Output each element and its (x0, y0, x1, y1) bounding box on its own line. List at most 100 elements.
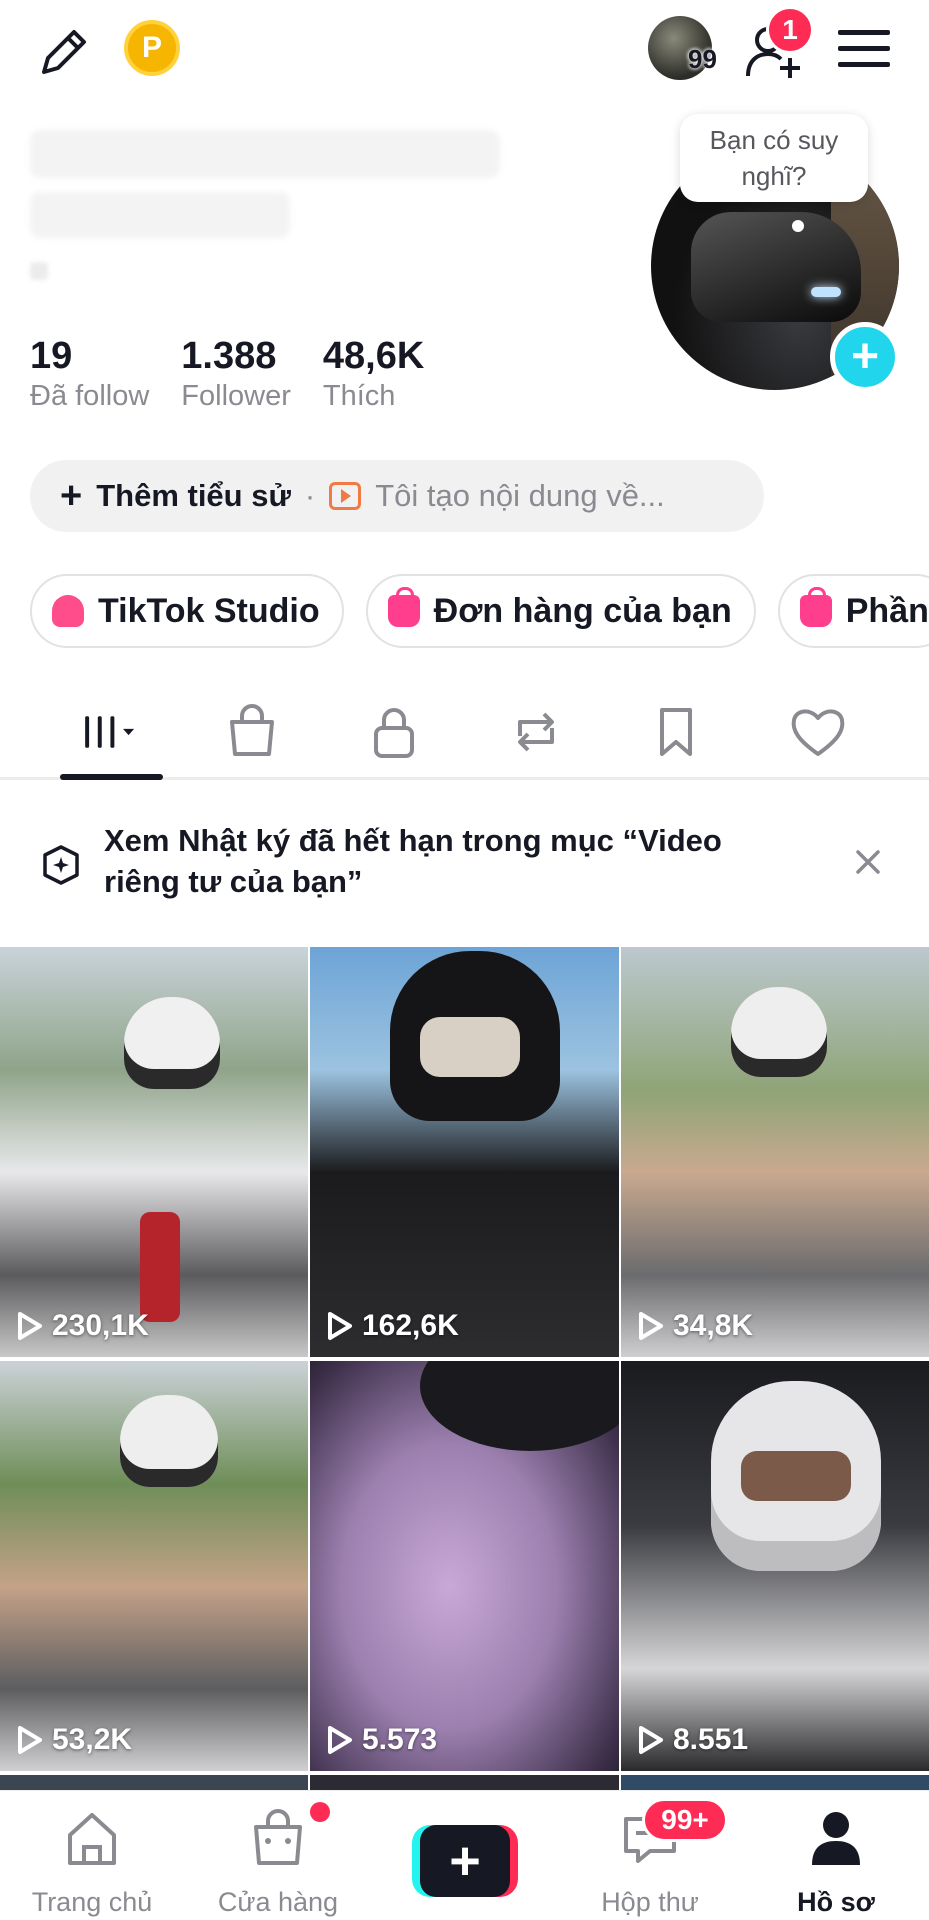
bottom-navigation: Trang chủ Cửa hàng + Hộp thư Hồ sơ (0, 1790, 929, 1920)
profile-person-icon (812, 1812, 860, 1865)
play-icon (18, 1726, 42, 1754)
stat-following[interactable]: 19 Đã follow (30, 334, 149, 414)
home-icon (68, 1813, 116, 1865)
view-count: 8.551 (637, 1723, 748, 1757)
chip-label: Phần (845, 591, 929, 630)
top-bar: P 99 1 (0, 0, 929, 100)
view-count: 53,2K (16, 1723, 132, 1757)
plus-icon: + (420, 1825, 510, 1897)
view-count-value: 8.551 (673, 1723, 749, 1756)
tab-videos-grid-icon[interactable] (82, 702, 142, 762)
view-count-value: 162,6K (362, 1309, 459, 1342)
play-icon (328, 1312, 352, 1340)
expired-stories-banner[interactable]: Xem Nhật ký đã hết hạn trong mục “Video … (0, 800, 929, 930)
video-thumbnail[interactable]: 8.551 (621, 1361, 929, 1771)
avatar-thought-bubble[interactable]: Bạn có suy nghĩ? (680, 114, 868, 202)
stat-likes[interactable]: 48,6K Thích (323, 334, 424, 414)
plus-icon: + (60, 475, 83, 517)
nav-shop[interactable]: Cửa hàng (198, 1805, 358, 1917)
view-count-value: 230,1K (52, 1309, 149, 1342)
coin-letter: P (141, 31, 162, 64)
bio-separator: · (304, 478, 316, 513)
view-count: 230,1K (16, 1309, 149, 1343)
bag-shape (140, 1212, 180, 1322)
nav-label: Hộp thư (601, 1887, 699, 1917)
chip-label: TikTok Studio (98, 591, 320, 630)
blurred-username (30, 192, 290, 238)
tab-liked-heart-icon[interactable] (788, 702, 848, 762)
video-grid: 230,1K 162,6K 34,8K 53,2K 5.573 8.551 (0, 947, 929, 1795)
video-thumbnail[interactable]: 5.573 (310, 1361, 619, 1771)
shortcut-chips: TikTok Studio Đơn hàng của bạn Phần (30, 574, 929, 648)
tiktok-studio-chip[interactable]: TikTok Studio (30, 574, 344, 648)
banner-text: Xem Nhật ký đã hết hạn trong mục “Video … (104, 823, 722, 899)
chip-label: Đơn hàng của bạn (433, 591, 732, 630)
nav-label: Trang chủ (31, 1887, 153, 1917)
add-bio-label: Thêm tiểu sử (96, 478, 291, 513)
stat-label: Thích (322, 380, 396, 412)
blurred-name (30, 130, 500, 178)
stat-value: 48,6K (322, 335, 425, 377)
stat-label: Follower (181, 380, 291, 412)
nav-home[interactable]: Trang chủ (12, 1805, 172, 1917)
shopping-bag-icon (254, 1809, 302, 1865)
stat-value: 1.388 (181, 335, 277, 377)
blurred-marker (30, 262, 48, 280)
bio-suggestion: Tôi tạo nội dung về... (375, 478, 665, 513)
view-count-value: 34,8K (673, 1309, 754, 1342)
tab-private-lock-icon[interactable] (364, 702, 424, 762)
studio-icon (52, 595, 84, 627)
shopping-bag-icon (387, 587, 420, 627)
video-thumbnail[interactable]: 230,1K (0, 947, 308, 1357)
active-tab-indicator (60, 774, 163, 780)
inbox-badge: 99+ (642, 1798, 728, 1842)
play-icon (328, 1726, 352, 1754)
stat-label: Đã follow (30, 380, 150, 412)
nav-label: Cửa hàng (217, 1887, 339, 1917)
view-count-value: 53,2K (52, 1723, 133, 1756)
profile-stats: 19 Đã follow 1.388 Follower 48,6K Thích (30, 334, 424, 414)
play-icon (18, 1312, 42, 1340)
video-thumbnail[interactable]: 53,2K (0, 1361, 308, 1771)
tab-shop-icon[interactable] (222, 702, 282, 762)
coin-icon[interactable]: P (124, 20, 180, 76)
pencil-icon[interactable] (34, 22, 94, 82)
orders-chip[interactable]: Đơn hàng của bạn (365, 574, 756, 648)
story-count: 99 (688, 44, 717, 74)
motorcycle-headlight (811, 287, 841, 297)
motorcycle-image (691, 212, 861, 322)
add-bio-button[interactable]: + Thêm tiểu sử · Tôi tạo nội dung về... (30, 460, 764, 532)
view-count-value: 5.573 (362, 1723, 438, 1756)
helmet-shape (731, 987, 827, 1077)
stat-followers[interactable]: 1.388 Follower (181, 334, 291, 414)
play-icon (639, 1312, 663, 1340)
helmet-shape (124, 997, 220, 1089)
nav-label: Hồ sơ (797, 1887, 875, 1917)
stat-value: 19 (30, 335, 73, 377)
menu-icon[interactable] (838, 26, 890, 70)
shopping-bag-icon (799, 587, 832, 627)
profile-tabs (0, 682, 929, 780)
rewards-chip[interactable]: Phần (777, 574, 929, 648)
video-suggestion-icon (329, 482, 362, 510)
close-icon[interactable] (852, 846, 884, 878)
notification-badge: 1 (766, 6, 814, 54)
view-count: 162,6K (326, 1309, 459, 1343)
tab-bookmark-icon[interactable] (646, 702, 706, 762)
add-story-plus-icon[interactable]: + (830, 322, 900, 392)
tab-repost-icon[interactable] (506, 702, 566, 762)
view-count: 5.573 (326, 1723, 437, 1757)
visor-shape (741, 1451, 851, 1501)
video-thumbnail[interactable]: 162,6K (310, 947, 619, 1357)
sparkle-icon (43, 845, 79, 885)
helmet-shape (120, 1395, 218, 1487)
bubble-dot (792, 220, 804, 232)
shop-notification-dot (310, 1802, 330, 1822)
view-count: 34,8K (637, 1309, 753, 1343)
helmet-shape (420, 1361, 619, 1451)
video-thumbnail[interactable]: 34,8K (621, 947, 929, 1357)
face-shape (420, 1017, 520, 1077)
create-button[interactable]: + (412, 1825, 518, 1897)
nav-profile[interactable]: Hồ sơ (756, 1805, 916, 1917)
play-icon (639, 1726, 663, 1754)
